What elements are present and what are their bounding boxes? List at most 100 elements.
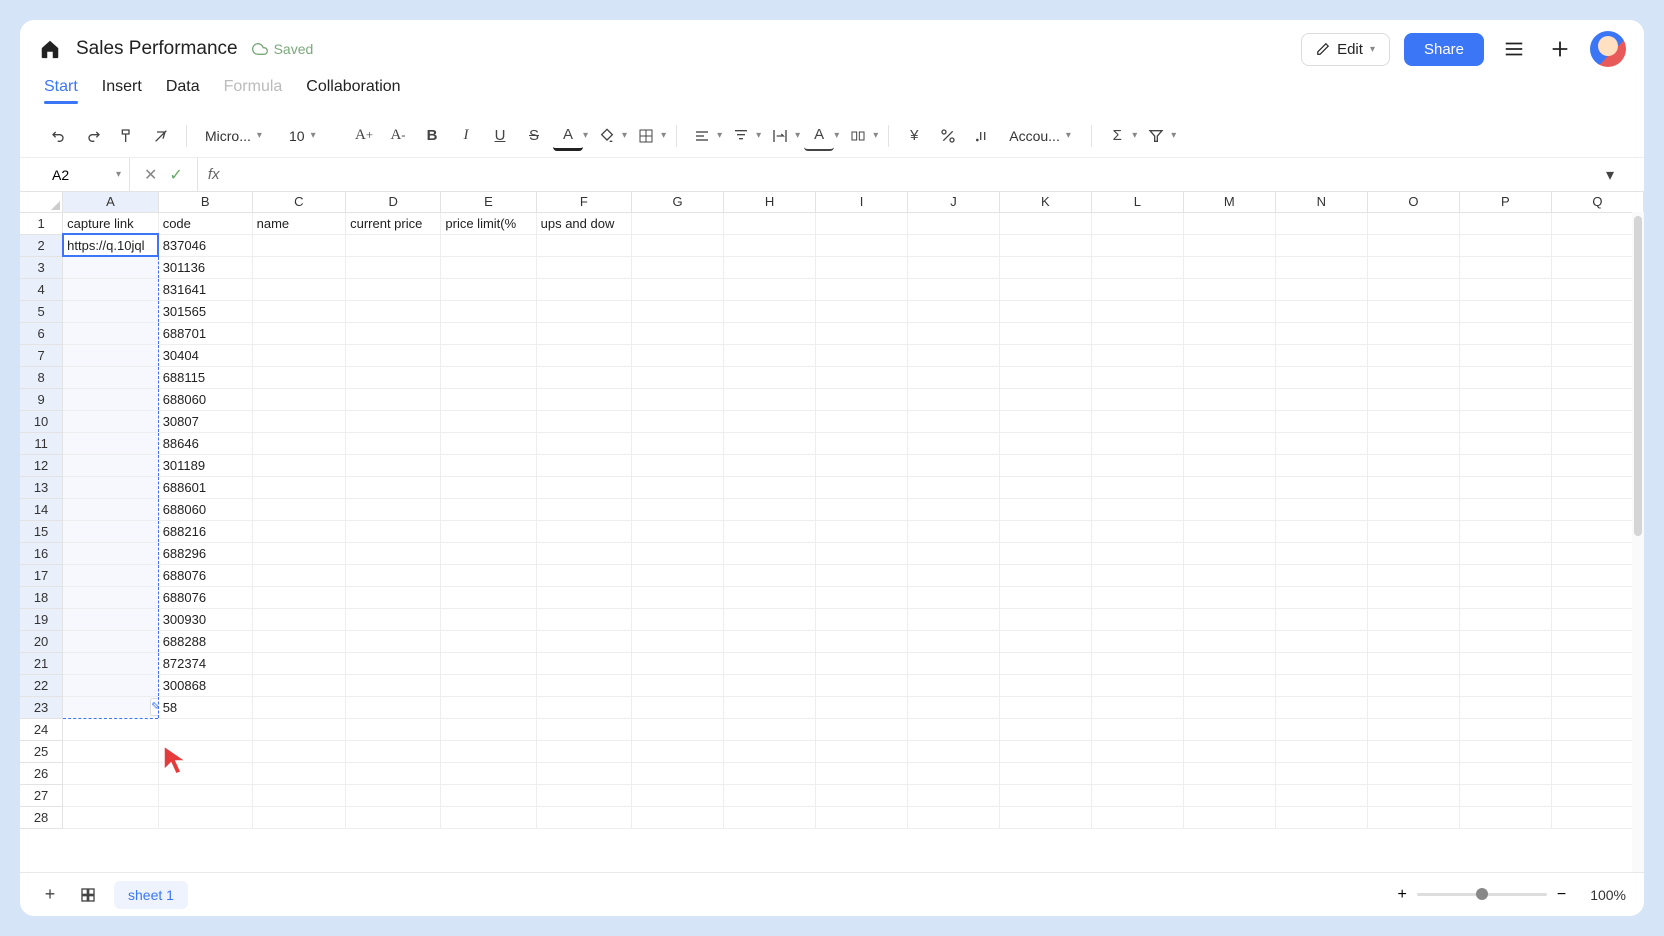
row-header-15[interactable]: 15 [20,520,63,542]
cell-E1[interactable]: price limit(% [441,212,536,234]
sheet-list-icon[interactable] [76,883,100,907]
cell-L22[interactable] [1091,674,1183,696]
cell-D4[interactable] [346,278,441,300]
cell-G14[interactable] [632,498,724,520]
row-header-24[interactable]: 24 [20,718,63,740]
col-header-C[interactable]: C [252,192,345,212]
cell-Q26[interactable] [1551,762,1643,784]
cell-C8[interactable] [252,366,345,388]
cell-C6[interactable] [252,322,345,344]
row-header-5[interactable]: 5 [20,300,63,322]
cell-N2[interactable] [1275,234,1367,256]
cell-Q18[interactable] [1551,586,1643,608]
cell-F19[interactable] [536,608,631,630]
cell-Q11[interactable] [1551,432,1643,454]
cell-P6[interactable] [1459,322,1551,344]
cell-K18[interactable] [999,586,1091,608]
cell-Q25[interactable] [1551,740,1643,762]
col-header-B[interactable]: B [158,192,252,212]
cell-C26[interactable] [252,762,345,784]
cell-D19[interactable] [346,608,441,630]
fill-color-icon[interactable]: ▾ [592,121,627,151]
v-align-icon[interactable]: ▾ [726,121,761,151]
cell-A15[interactable] [63,520,159,542]
cell-D10[interactable] [346,410,441,432]
filter-icon[interactable]: ▾ [1141,121,1176,151]
col-header-G[interactable]: G [632,192,724,212]
cell-O12[interactable] [1367,454,1459,476]
cell-B18[interactable]: 688076 [158,586,252,608]
tab-start[interactable]: Start [44,78,78,104]
cell-O19[interactable] [1367,608,1459,630]
cell-D27[interactable] [346,784,441,806]
cell-L24[interactable] [1091,718,1183,740]
cell-B19[interactable]: 300930 [158,608,252,630]
cell-D5[interactable] [346,300,441,322]
col-header-M[interactable]: M [1183,192,1275,212]
row-header-18[interactable]: 18 [20,586,63,608]
cell-J2[interactable] [907,234,999,256]
cell-M21[interactable] [1183,652,1275,674]
cell-E15[interactable] [441,520,536,542]
cell-C22[interactable] [252,674,345,696]
smart-fill-icon[interactable]: ✎⁺ [150,698,159,716]
cell-M3[interactable] [1183,256,1275,278]
cell-B1[interactable]: code [158,212,252,234]
tab-insert[interactable]: Insert [102,78,142,104]
cell-A3[interactable] [63,256,159,278]
cell-P7[interactable] [1459,344,1551,366]
cell-K4[interactable] [999,278,1091,300]
row-header-13[interactable]: 13 [20,476,63,498]
number-format-select[interactable]: Accou...▾ [1001,124,1081,148]
cell-H10[interactable] [724,410,816,432]
cell-G1[interactable] [632,212,724,234]
cell-O20[interactable] [1367,630,1459,652]
cell-D17[interactable] [346,564,441,586]
cell-M12[interactable] [1183,454,1275,476]
cell-Q16[interactable] [1551,542,1643,564]
row-header-25[interactable]: 25 [20,740,63,762]
cell-C11[interactable] [252,432,345,454]
font-color-icon[interactable]: A▾ [553,121,588,151]
cell-L19[interactable] [1091,608,1183,630]
cell-K27[interactable] [999,784,1091,806]
cell-H12[interactable] [724,454,816,476]
cell-P3[interactable] [1459,256,1551,278]
cell-G22[interactable] [632,674,724,696]
cell-H14[interactable] [724,498,816,520]
cell-B26[interactable] [158,762,252,784]
cell-G11[interactable] [632,432,724,454]
cell-B28[interactable] [158,806,252,828]
cell-M6[interactable] [1183,322,1275,344]
tab-collaboration[interactable]: Collaboration [306,78,400,104]
cell-P24[interactable] [1459,718,1551,740]
cell-E5[interactable] [441,300,536,322]
cell-A13[interactable] [63,476,159,498]
col-header-E[interactable]: E [441,192,536,212]
currency-icon[interactable]: ¥ [899,121,929,151]
cell-O1[interactable] [1367,212,1459,234]
cell-L9[interactable] [1091,388,1183,410]
cell-N26[interactable] [1275,762,1367,784]
decimal-icon[interactable] [967,121,997,151]
cell-C17[interactable] [252,564,345,586]
cell-F3[interactable] [536,256,631,278]
cell-I16[interactable] [816,542,908,564]
cell-H8[interactable] [724,366,816,388]
cell-C21[interactable] [252,652,345,674]
cell-C5[interactable] [252,300,345,322]
cell-E17[interactable] [441,564,536,586]
cell-M2[interactable] [1183,234,1275,256]
cell-Q7[interactable] [1551,344,1643,366]
cell-M19[interactable] [1183,608,1275,630]
cell-Q13[interactable] [1551,476,1643,498]
cell-Q17[interactable] [1551,564,1643,586]
cell-C2[interactable] [252,234,345,256]
cell-A11[interactable] [63,432,159,454]
cell-O2[interactable] [1367,234,1459,256]
text-wrap-icon[interactable]: ▾ [765,121,800,151]
cell-J24[interactable] [907,718,999,740]
cell-E20[interactable] [441,630,536,652]
cell-K19[interactable] [999,608,1091,630]
cell-N11[interactable] [1275,432,1367,454]
